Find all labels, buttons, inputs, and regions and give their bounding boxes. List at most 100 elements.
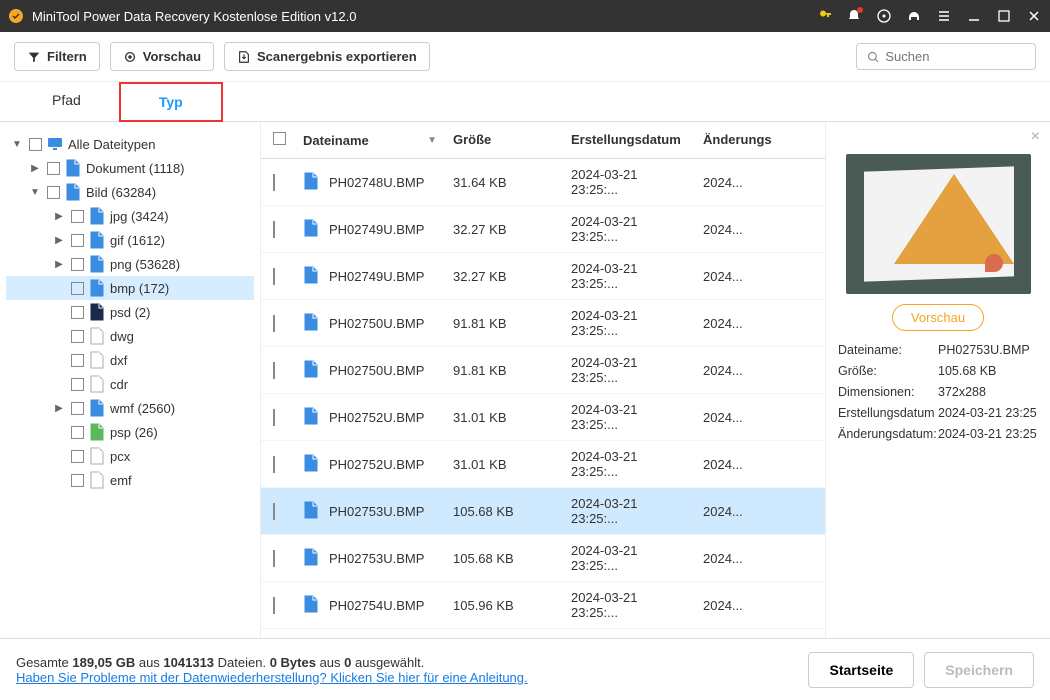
checkbox[interactable] bbox=[71, 282, 84, 295]
tree-item[interactable]: ▶ jpg (3424) bbox=[6, 204, 254, 228]
row-checkbox[interactable] bbox=[273, 597, 275, 614]
titlebar: MiniTool Power Data Recovery Kostenlose … bbox=[0, 0, 1050, 32]
tree-root[interactable]: ▼ Alle Dateitypen bbox=[6, 132, 254, 156]
tree-label: dxf bbox=[110, 353, 127, 368]
tree-item[interactable]: psp (26) bbox=[6, 420, 254, 444]
bell-icon[interactable] bbox=[846, 8, 862, 24]
search-input[interactable] bbox=[885, 49, 1025, 64]
checkbox[interactable] bbox=[71, 306, 84, 319]
file-row[interactable]: PH02749U.BMP 32.27 KB 2024-03-21 23:25:.… bbox=[261, 206, 825, 253]
preview-panel: × Vorschau Dateiname:PH02753U.BMP Größe:… bbox=[825, 122, 1050, 638]
view-tabs: Pfad Typ bbox=[0, 82, 1050, 122]
col-modified[interactable]: Änderungs bbox=[695, 122, 765, 158]
tree-item[interactable]: ▶ wmf (2560) bbox=[6, 396, 254, 420]
col-size[interactable]: Größe bbox=[445, 122, 563, 158]
row-checkbox[interactable] bbox=[273, 409, 275, 426]
wmf-icon bbox=[89, 400, 105, 416]
preview-open-button[interactable]: Vorschau bbox=[892, 304, 984, 331]
row-checkbox[interactable] bbox=[273, 315, 275, 332]
preview-button[interactable]: Vorschau bbox=[110, 42, 214, 71]
caret-icon[interactable]: ▶ bbox=[52, 259, 66, 270]
caret-icon[interactable]: ▶ bbox=[52, 211, 66, 222]
home-button[interactable]: Startseite bbox=[808, 652, 914, 688]
file-row[interactable]: PH02750U.BMP 91.81 KB 2024-03-21 23:25:.… bbox=[261, 347, 825, 394]
tree-label: png (53628) bbox=[110, 257, 180, 272]
col-name[interactable]: Dateiname ▼ bbox=[295, 122, 445, 158]
checkbox[interactable] bbox=[71, 258, 84, 271]
row-checkbox[interactable] bbox=[273, 550, 275, 567]
tree-item[interactable]: ▶ Dokument (1118) bbox=[6, 156, 254, 180]
tree-item[interactable]: bmp (172) bbox=[6, 276, 254, 300]
checkbox[interactable] bbox=[71, 402, 84, 415]
tree-item[interactable]: emf bbox=[6, 468, 254, 492]
file-created: 2024-03-21 23:25:... bbox=[563, 582, 695, 628]
caret-down-icon[interactable]: ▼ bbox=[10, 139, 24, 150]
headset-icon[interactable] bbox=[906, 8, 922, 24]
file-row[interactable]: PH02752U.BMP 31.01 KB 2024-03-21 23:25:.… bbox=[261, 394, 825, 441]
file-size: 32.27 KB bbox=[445, 214, 563, 245]
checkbox[interactable] bbox=[71, 450, 84, 463]
row-checkbox[interactable] bbox=[273, 362, 275, 379]
tab-path[interactable]: Pfad bbox=[14, 82, 119, 121]
filter-button[interactable]: Filtern bbox=[14, 42, 100, 71]
key-icon[interactable] bbox=[816, 8, 832, 24]
help-link[interactable]: Haben Sie Probleme mit der Datenwiederhe… bbox=[16, 670, 528, 685]
checkbox[interactable] bbox=[47, 186, 60, 199]
save-button[interactable]: Speichern bbox=[924, 652, 1034, 688]
export-button[interactable]: Scanergebnis exportieren bbox=[224, 42, 430, 71]
tree-item[interactable]: ▼ Bild (63284) bbox=[6, 180, 254, 204]
caret-icon[interactable]: ▼ bbox=[28, 187, 42, 198]
col-created[interactable]: Erstellungsdatum bbox=[563, 122, 695, 158]
select-all-checkbox[interactable] bbox=[273, 132, 286, 145]
tree-item[interactable]: pcx bbox=[6, 444, 254, 468]
preview-close-icon[interactable]: × bbox=[1031, 128, 1040, 146]
file-row[interactable]: PH02754U.BMP 105.96 KB 2024-03-21 23:25:… bbox=[261, 629, 825, 638]
caret-icon[interactable]: ▶ bbox=[52, 403, 66, 414]
row-checkbox[interactable] bbox=[273, 456, 275, 473]
row-checkbox[interactable] bbox=[273, 503, 275, 520]
checkbox[interactable] bbox=[47, 162, 60, 175]
tree-item[interactable]: dwg bbox=[6, 324, 254, 348]
tree-label: bmp (172) bbox=[110, 281, 169, 296]
file-row[interactable]: PH02748U.BMP 31.64 KB 2024-03-21 23:25:.… bbox=[261, 159, 825, 206]
checkbox[interactable] bbox=[71, 474, 84, 487]
search-box[interactable] bbox=[856, 43, 1036, 70]
checkbox[interactable] bbox=[71, 234, 84, 247]
checkbox[interactable] bbox=[29, 138, 42, 151]
file-size: 31.01 KB bbox=[445, 402, 563, 433]
tree-item[interactable]: psd (2) bbox=[6, 300, 254, 324]
checkbox[interactable] bbox=[71, 210, 84, 223]
psp-icon bbox=[89, 424, 105, 440]
row-checkbox[interactable] bbox=[273, 221, 275, 238]
file-name: PH02753U.BMP bbox=[321, 496, 445, 527]
disc-icon[interactable] bbox=[876, 8, 892, 24]
tree-item[interactable]: ▶ png (53628) bbox=[6, 252, 254, 276]
file-row[interactable]: PH02749U.BMP 32.27 KB 2024-03-21 23:25:.… bbox=[261, 253, 825, 300]
tree-item[interactable]: ▶ gif (1612) bbox=[6, 228, 254, 252]
row-checkbox[interactable] bbox=[273, 268, 275, 285]
checkbox[interactable] bbox=[71, 330, 84, 343]
checkbox[interactable] bbox=[71, 426, 84, 439]
file-row[interactable]: PH02753U.BMP 105.68 KB 2024-03-21 23:25:… bbox=[261, 488, 825, 535]
file-row[interactable]: PH02750U.BMP 91.81 KB 2024-03-21 23:25:.… bbox=[261, 300, 825, 347]
file-row[interactable]: PH02753U.BMP 105.68 KB 2024-03-21 23:25:… bbox=[261, 535, 825, 582]
file-row[interactable]: PH02752U.BMP 31.01 KB 2024-03-21 23:25:.… bbox=[261, 441, 825, 488]
caret-icon[interactable]: ▶ bbox=[52, 235, 66, 246]
menu-icon[interactable] bbox=[936, 8, 952, 24]
maximize-icon[interactable] bbox=[996, 8, 1012, 24]
file-created: 2024-03-21 23:25:... bbox=[563, 441, 695, 487]
close-icon[interactable] bbox=[1026, 8, 1042, 24]
file-row[interactable]: PH02754U.BMP 105.96 KB 2024-03-21 23:25:… bbox=[261, 582, 825, 629]
checkbox[interactable] bbox=[71, 354, 84, 367]
tree-item[interactable]: dxf bbox=[6, 348, 254, 372]
file-size: 105.68 KB bbox=[445, 543, 563, 574]
file-icon bbox=[303, 272, 319, 287]
sort-icon: ▼ bbox=[427, 135, 437, 146]
tab-type[interactable]: Typ bbox=[119, 82, 223, 122]
caret-icon[interactable]: ▶ bbox=[28, 163, 42, 174]
file-modified: 2024... bbox=[695, 543, 765, 574]
tree-item[interactable]: cdr bbox=[6, 372, 254, 396]
minimize-icon[interactable] bbox=[966, 8, 982, 24]
checkbox[interactable] bbox=[71, 378, 84, 391]
row-checkbox[interactable] bbox=[273, 174, 275, 191]
